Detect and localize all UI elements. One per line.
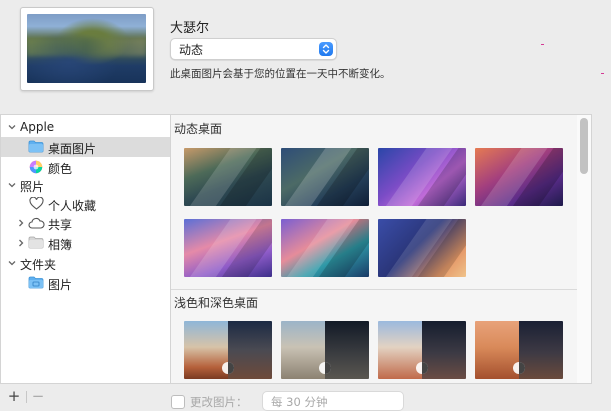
heart-icon — [29, 197, 44, 210]
chevron-right-icon[interactable] — [16, 238, 26, 248]
select-stepper-icon — [319, 42, 333, 56]
sidebar-group-apple[interactable]: Apple — [1, 117, 170, 137]
section-divider — [171, 289, 578, 290]
wallpaper-preview — [20, 7, 154, 91]
sidebar-item-label: 图片 — [48, 278, 73, 292]
wallpaper-thumb[interactable] — [378, 219, 466, 277]
light-dark-icon — [319, 362, 331, 374]
wallpaper-thumb[interactable] — [184, 219, 272, 277]
sidebar-item-desktop-pictures[interactable]: 桌面图片 — [1, 137, 170, 157]
sidebar-group-photos[interactable]: 照片 — [1, 175, 170, 195]
wallpaper-preview-image — [27, 14, 146, 83]
mode-description: 此桌面图片会基于您的位置在一天中不断变化。 — [170, 68, 391, 80]
wallpaper-thumb[interactable] — [378, 321, 466, 379]
remove-folder-button[interactable]: − — [27, 389, 49, 405]
light-dark-icon — [222, 362, 234, 374]
wallpaper-grid: 动态桌面 浅色和深色桌面 — [170, 114, 579, 384]
wallpaper-thumb[interactable] — [281, 321, 369, 379]
sidebar-item-label: 共享 — [48, 218, 73, 232]
wallpaper-thumb[interactable] — [281, 148, 369, 206]
background-mark — [601, 73, 604, 74]
add-folder-button[interactable]: + — [3, 389, 25, 405]
sidebar-item-label: 相簿 — [48, 238, 73, 252]
light-dark-icon — [513, 362, 525, 374]
chevron-down-icon[interactable] — [7, 180, 17, 190]
sidebar-group-label: 照片 — [20, 180, 45, 194]
sidebar-item-favorites[interactable]: 个人收藏 — [1, 194, 170, 214]
section-title-dynamic: 动态桌面 — [174, 122, 223, 136]
folder-icon — [28, 140, 44, 153]
interval-select[interactable]: 每 30 分钟 — [262, 391, 404, 411]
sidebar-item-pictures[interactable]: 图片 — [1, 273, 170, 293]
sidebar-group-label: Apple — [20, 120, 55, 134]
color-wheel-icon — [29, 160, 43, 174]
sidebar-group-folders[interactable]: 文件夹 — [1, 253, 170, 273]
wallpaper-thumb[interactable] — [475, 148, 563, 206]
interval-select-value: 每 30 分钟 — [271, 395, 328, 409]
wallpaper-thumb[interactable] — [184, 148, 272, 206]
wallpaper-thumb[interactable] — [475, 321, 563, 379]
wallpaper-thumb[interactable] — [378, 148, 466, 206]
sidebar-item-shared[interactable]: 共享 — [1, 213, 170, 233]
background-mark — [541, 44, 544, 45]
chevron-right-icon[interactable] — [16, 218, 26, 228]
section-title-light-dark: 浅色和深色桌面 — [174, 296, 259, 310]
scrollbar-thumb[interactable] — [580, 118, 588, 174]
sidebar-item-albums[interactable]: 相簿 — [1, 233, 170, 253]
mode-select[interactable]: 动态 — [170, 38, 337, 60]
sidebar-item-label: 桌面图片 — [48, 142, 97, 156]
folder-icon — [28, 236, 44, 249]
folder-icon — [28, 276, 44, 289]
chevron-down-icon[interactable] — [7, 258, 17, 268]
mode-select-value: 动态 — [179, 43, 204, 57]
wallpaper-thumb[interactable] — [184, 321, 272, 379]
change-picture-checkbox[interactable] — [171, 395, 185, 409]
chevron-down-icon[interactable] — [7, 122, 17, 132]
wallpaper-thumb[interactable] — [281, 219, 369, 277]
sidebar-group-label: 文件夹 — [20, 258, 57, 272]
cloud-icon — [28, 217, 45, 229]
sidebar-item-colors[interactable]: 颜色 — [1, 157, 170, 177]
sidebar: Apple 桌面图片 颜色 照片 个人收藏 共享 相簿 文件夹 图片 — [0, 114, 170, 384]
light-dark-icon — [416, 362, 428, 374]
change-picture-label: 更改图片： — [190, 395, 248, 409]
wallpaper-name: 大瑟尔 — [170, 21, 210, 36]
add-remove-control: + − — [3, 389, 50, 405]
sidebar-item-label: 个人收藏 — [48, 199, 97, 213]
